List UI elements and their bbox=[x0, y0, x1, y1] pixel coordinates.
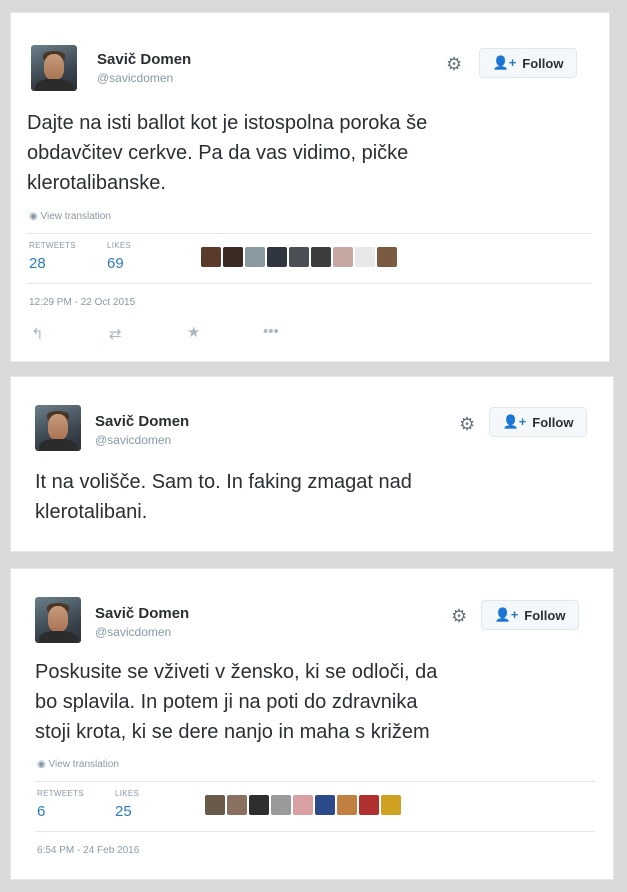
liker-avatar[interactable] bbox=[271, 795, 291, 815]
add-person-icon: 👤+ bbox=[492, 55, 517, 70]
follow-button[interactable]: 👤+ Follow bbox=[481, 600, 579, 630]
display-name[interactable]: Savič Domen bbox=[97, 51, 191, 68]
follow-label: Follow bbox=[524, 607, 566, 623]
user-handle[interactable]: @savicdomen bbox=[95, 433, 171, 447]
retweets-label: RETWEETS bbox=[37, 789, 84, 798]
liker-avatar[interactable] bbox=[289, 247, 309, 267]
liker-avatar[interactable] bbox=[315, 795, 335, 815]
retweet-icon[interactable]: ⇄ bbox=[109, 325, 122, 343]
divider bbox=[35, 831, 595, 832]
gear-icon[interactable]: ⚙ bbox=[451, 607, 467, 625]
user-handle[interactable]: @savicdomen bbox=[97, 71, 173, 85]
avatar[interactable] bbox=[35, 597, 81, 643]
avatar[interactable] bbox=[35, 405, 81, 451]
retweets-label: RETWEETS bbox=[29, 241, 76, 250]
retweets-count[interactable]: 6 bbox=[37, 803, 45, 820]
divider bbox=[27, 283, 592, 284]
liker-avatar[interactable] bbox=[333, 247, 353, 267]
tweet-timestamp[interactable]: 6:54 PM - 24 Feb 2016 bbox=[37, 845, 139, 856]
liker-avatar[interactable] bbox=[293, 795, 313, 815]
liker-avatar[interactable] bbox=[201, 247, 221, 267]
reply-icon[interactable]: ↰ bbox=[31, 325, 44, 343]
tweet-card: Savič Domen @savicdomen ⚙ 👤+ Follow It n… bbox=[10, 376, 614, 552]
liker-avatar[interactable] bbox=[205, 795, 225, 815]
view-translation-link[interactable]: ◉ View translation bbox=[37, 759, 119, 770]
liker-avatar[interactable] bbox=[223, 247, 243, 267]
user-handle[interactable]: @savicdomen bbox=[95, 625, 171, 639]
tweet-text: It na volišče. Sam to. In faking zmagat … bbox=[35, 471, 412, 523]
add-person-icon: 👤+ bbox=[502, 414, 527, 429]
globe-icon: ◉ bbox=[29, 211, 41, 222]
display-name[interactable]: Savič Domen bbox=[95, 413, 189, 430]
liker-avatar[interactable] bbox=[359, 795, 379, 815]
liker-avatar[interactable] bbox=[337, 795, 357, 815]
divider bbox=[27, 233, 592, 234]
follow-label: Follow bbox=[522, 55, 564, 71]
liker-avatar[interactable] bbox=[355, 247, 375, 267]
avatar[interactable] bbox=[31, 45, 77, 91]
liker-avatar[interactable] bbox=[267, 247, 287, 267]
liker-avatar[interactable] bbox=[227, 795, 247, 815]
retweets-count[interactable]: 28 bbox=[29, 255, 46, 272]
add-person-icon: 👤+ bbox=[494, 607, 519, 622]
gear-icon[interactable]: ⚙ bbox=[459, 415, 475, 433]
tweet-text: Dajte na isti ballot kot je istospolna p… bbox=[27, 112, 428, 194]
star-icon[interactable]: ★ bbox=[187, 323, 200, 341]
tweet-card: Savič Domen @savicdomen ⚙ 👤+ Follow Dajt… bbox=[10, 12, 610, 362]
view-translation-link[interactable]: ◉ View translation bbox=[29, 211, 111, 222]
liker-avatar[interactable] bbox=[381, 795, 401, 815]
more-icon[interactable]: ••• bbox=[263, 323, 279, 340]
likes-label: LIKES bbox=[107, 241, 132, 250]
liker-avatars bbox=[205, 795, 401, 815]
follow-button[interactable]: 👤+ Follow bbox=[479, 48, 577, 78]
follow-label: Follow bbox=[532, 414, 574, 430]
globe-icon: ◉ bbox=[37, 759, 49, 770]
tweet-timestamp[interactable]: 12:29 PM - 22 Oct 2015 bbox=[29, 297, 135, 308]
gear-icon[interactable]: ⚙ bbox=[446, 55, 462, 73]
follow-button[interactable]: 👤+ Follow bbox=[489, 407, 587, 437]
divider bbox=[35, 781, 595, 782]
display-name[interactable]: Savič Domen bbox=[95, 605, 189, 622]
liker-avatar[interactable] bbox=[377, 247, 397, 267]
likes-count[interactable]: 25 bbox=[115, 803, 132, 820]
liker-avatar[interactable] bbox=[245, 247, 265, 267]
tweet-card: Savič Domen @savicdomen ⚙ 👤+ Follow Posk… bbox=[10, 568, 614, 880]
liker-avatar[interactable] bbox=[249, 795, 269, 815]
liker-avatars bbox=[201, 247, 397, 267]
likes-count[interactable]: 69 bbox=[107, 255, 124, 272]
likes-label: LIKES bbox=[115, 789, 140, 798]
tweet-text: Poskusite se vživeti v žensko, ki se odl… bbox=[35, 661, 438, 743]
liker-avatar[interactable] bbox=[311, 247, 331, 267]
